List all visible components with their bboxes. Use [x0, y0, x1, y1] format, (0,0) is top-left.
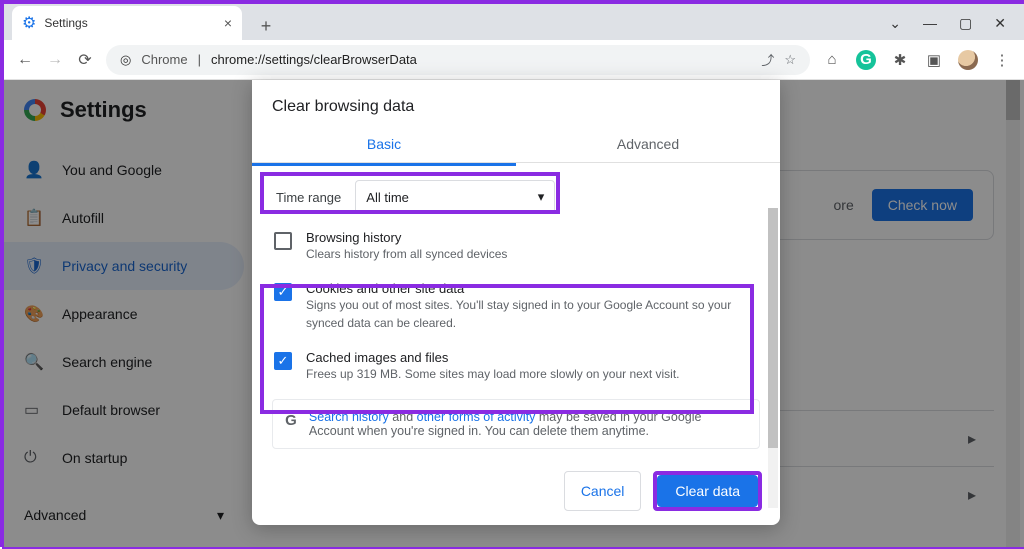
option-browsing-history[interactable]: Browsing history Clears history from all…: [270, 220, 762, 271]
extensions-icon[interactable]: ✱: [890, 50, 910, 70]
site-info-icon[interactable]: ◎: [120, 52, 131, 68]
link-other-activity[interactable]: other forms of activity: [417, 410, 536, 424]
browser-tab[interactable]: ⚙ Settings ×: [12, 6, 242, 40]
tab-advanced[interactable]: Advanced: [516, 126, 780, 162]
grammarly-icon[interactable]: G: [856, 50, 876, 70]
address-bar: ← → ⟳ ◎ Chrome | chrome://settings/clear…: [4, 40, 1024, 80]
option-cookies[interactable]: ✓ Cookies and other site data Signs you …: [270, 271, 762, 340]
reload-button[interactable]: ⟳: [76, 50, 94, 70]
page-content: Settings 👤You and Google 📋Autofill 🛡Priv…: [4, 80, 1024, 547]
url-sep: |: [198, 52, 201, 67]
option-desc: Frees up 319 MB. Some sites may load mor…: [306, 365, 679, 383]
checkbox-cache[interactable]: ✓: [274, 352, 292, 370]
back-button[interactable]: ←: [16, 51, 34, 69]
share-icon[interactable]: ⤴: [761, 50, 774, 69]
new-tab-button[interactable]: +: [252, 12, 280, 40]
url-text: chrome://settings/clearBrowserData: [211, 52, 417, 67]
window-titlebar: ⚙ Settings × + ⌄ — ▢ ✕: [4, 4, 1024, 40]
chevron-down-icon: ▾: [538, 189, 545, 205]
toolbar-right: ⌂ G ✱ ▣ ⋮: [822, 50, 1012, 70]
gear-icon: ⚙: [22, 13, 36, 33]
checkbox-cookies[interactable]: ✓: [274, 283, 292, 301]
option-title: Browsing history: [306, 230, 507, 245]
google-activity-info: G Search history and other forms of acti…: [272, 399, 760, 449]
tab-title: Settings: [44, 16, 215, 30]
window-close-button[interactable]: ✕: [994, 15, 1006, 32]
option-title: Cookies and other site data: [306, 281, 758, 296]
clear-browsing-data-dialog: Clear browsing data Basic Advanced Time …: [252, 80, 780, 525]
option-title: Cached images and files: [306, 350, 679, 365]
info-text: Search history and other forms of activi…: [309, 410, 747, 438]
option-desc: Clears history from all synced devices: [306, 245, 507, 263]
cancel-button[interactable]: Cancel: [564, 471, 642, 511]
forward-button[interactable]: →: [46, 51, 64, 69]
dialog-footer: Cancel Clear data: [252, 457, 780, 525]
chrome-menu-icon[interactable]: ⋮: [992, 50, 1012, 70]
time-range-label: Time range: [274, 184, 343, 211]
tab-close-icon[interactable]: ×: [224, 15, 232, 31]
clear-data-button[interactable]: Clear data: [657, 475, 758, 507]
dialog-tabs: Basic Advanced: [252, 126, 780, 163]
url-scheme: Chrome: [141, 52, 187, 67]
tab-basic[interactable]: Basic: [252, 126, 516, 162]
google-logo-icon: G: [285, 410, 297, 430]
dialog-body: Time range All time ▾ Browsing history C…: [252, 166, 780, 457]
caret-down-icon[interactable]: ⌄: [889, 15, 901, 32]
time-range-value: All time: [366, 190, 409, 205]
time-range-row: Time range All time ▾: [270, 174, 762, 220]
window-controls: ⌄ — ▢ ✕: [889, 15, 1024, 40]
sidepanel-icon[interactable]: ▣: [924, 50, 944, 70]
address-field[interactable]: ◎ Chrome | chrome://settings/clearBrowse…: [106, 45, 810, 75]
highlight-box-clear: Clear data: [653, 471, 762, 511]
time-range-select[interactable]: All time ▾: [355, 180, 555, 214]
link-search-history[interactable]: Search history: [309, 410, 389, 424]
minimize-button[interactable]: —: [923, 15, 937, 32]
profile-avatar[interactable]: [958, 50, 978, 70]
option-desc: Signs you out of most sites. You'll stay…: [306, 296, 758, 332]
cast-icon[interactable]: ⌂: [822, 50, 842, 70]
dialog-title: Clear browsing data: [252, 80, 780, 126]
option-cache[interactable]: ✓ Cached images and files Frees up 319 M…: [270, 340, 762, 391]
bookmark-star-icon[interactable]: ☆: [784, 52, 796, 68]
maximize-button[interactable]: ▢: [959, 15, 972, 32]
checkbox-browsing-history[interactable]: [274, 232, 292, 250]
